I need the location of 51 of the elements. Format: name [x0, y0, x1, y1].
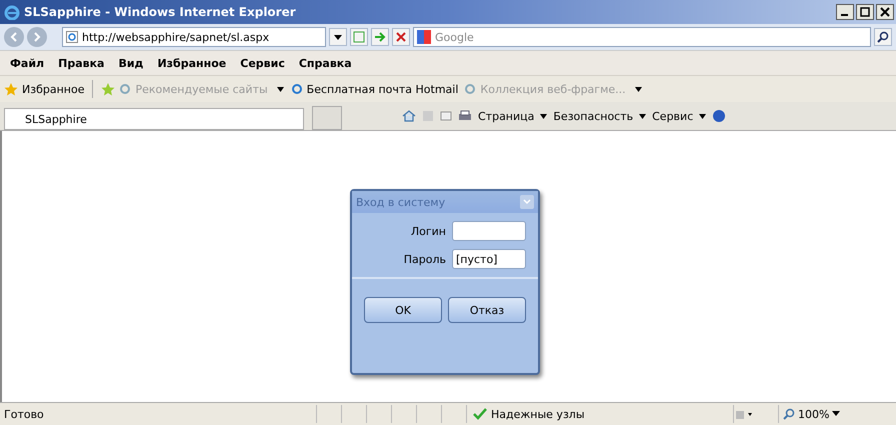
caret-icon: [276, 84, 285, 94]
protected-mode-icon[interactable]: [734, 408, 754, 420]
checkmark-icon: [473, 408, 487, 420]
status-text: Готово: [3, 408, 45, 420]
security-zone[interactable]: Надежные узлы: [491, 408, 585, 420]
web-page-icon: [464, 83, 476, 95]
stop-button[interactable]: [392, 28, 410, 46]
dialog-title: Вход в систему: [356, 196, 446, 208]
dialog-button[interactable]: OK: [364, 297, 442, 323]
maximize-button[interactable]: [856, 4, 874, 20]
zoom-icon[interactable]: [783, 408, 795, 420]
field-label: Пароль: [404, 252, 446, 266]
window-title: SLSapphire - Windows Internet Explorer: [24, 5, 297, 19]
search-field[interactable]: Google: [413, 27, 871, 47]
search-button[interactable]: [874, 28, 892, 46]
menu-item[interactable]: Правка: [58, 56, 104, 70]
web-page-icon: [119, 83, 132, 95]
dialog-button[interactable]: Отказ: [448, 297, 526, 323]
search-engine-icon: [417, 30, 431, 44]
close-button[interactable]: [876, 4, 894, 20]
command-menu[interactable]: Безопасность: [553, 110, 634, 122]
web-page-icon: [290, 83, 303, 95]
field-label: Логин: [410, 224, 446, 238]
help-icon[interactable]: [712, 109, 726, 123]
menu-item[interactable]: Вид: [118, 56, 144, 70]
input-field[interactable]: [пусто]: [452, 249, 526, 269]
caret-icon[interactable]: [699, 112, 706, 120]
printer-icon[interactable]: [458, 110, 472, 122]
menu-item[interactable]: Файл: [10, 56, 44, 70]
minimize-button[interactable]: [836, 4, 854, 20]
command-menu[interactable]: Страница: [478, 110, 534, 122]
dropdown-button[interactable]: [329, 28, 347, 46]
browser-tab[interactable]: SLSapphire: [4, 108, 304, 130]
menu-item[interactable]: Справка: [298, 56, 352, 70]
command-menu[interactable]: Сервис: [652, 110, 694, 122]
caret-icon[interactable]: [832, 410, 840, 418]
favorites-button[interactable]: Избранное: [22, 82, 84, 96]
caret-icon[interactable]: [639, 112, 646, 120]
page-icon: [66, 31, 78, 43]
star-icon: [4, 82, 18, 96]
caret-icon[interactable]: [540, 112, 548, 120]
menu-item[interactable]: Сервис: [240, 56, 285, 70]
home-icon[interactable]: [402, 110, 416, 122]
input-field[interactable]: [452, 221, 526, 241]
menu-item[interactable]: Избранное: [157, 56, 226, 70]
address-text: http://websapphire/sapnet/sl.aspx: [82, 30, 270, 44]
caret-icon: [634, 84, 643, 94]
go-button[interactable]: [371, 28, 389, 46]
favorite-link[interactable]: Бесплатная почта Hotmail: [306, 82, 458, 96]
address-field[interactable]: http://websapphire/sapnet/sl.aspx: [62, 27, 326, 47]
zoom-level[interactable]: 100%: [798, 408, 830, 420]
